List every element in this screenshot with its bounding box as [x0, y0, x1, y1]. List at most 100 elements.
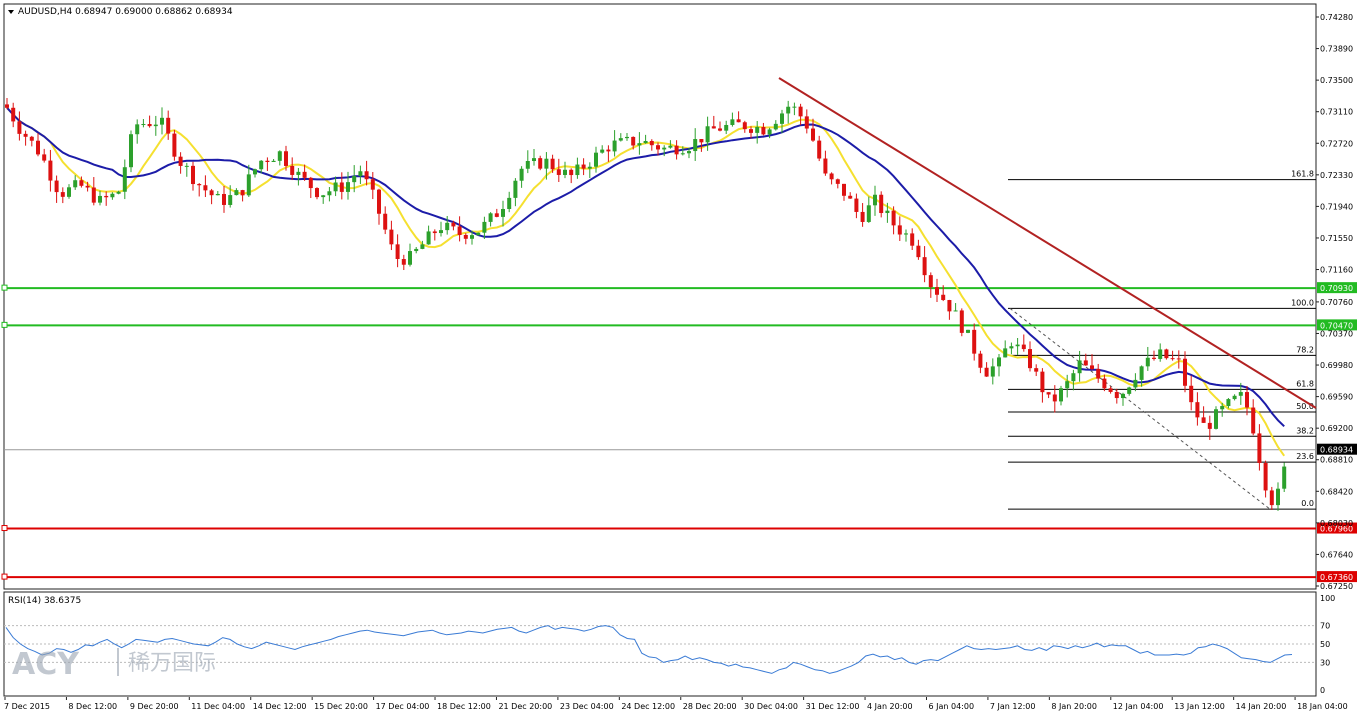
candle-body — [1065, 381, 1070, 389]
candle-body — [346, 182, 350, 192]
candle-body — [848, 195, 853, 199]
level-handle[interactable] — [1, 321, 8, 328]
candle-body — [234, 190, 239, 196]
candle-body — [383, 213, 388, 230]
logo-watermark-cn: 稀万国际 — [128, 651, 216, 676]
candle-body — [817, 140, 822, 159]
candle-body — [1164, 349, 1169, 359]
time-tick-label: 18 Dec 12:00 — [437, 702, 491, 711]
level-price-label: 0.70930 — [1320, 284, 1353, 293]
candle-body — [395, 244, 400, 260]
candle-body — [1046, 392, 1051, 395]
price-tick-label: 0.67250 — [1320, 582, 1353, 591]
candle-body — [687, 151, 691, 154]
price-tick-label: 0.72720 — [1320, 139, 1353, 148]
candle-body — [835, 179, 840, 184]
candle-body — [501, 208, 505, 217]
candle-body — [191, 165, 195, 185]
candle-body — [866, 205, 871, 222]
candle-body — [67, 187, 71, 197]
candle-body — [811, 128, 815, 141]
candle-body — [327, 191, 332, 196]
time-tick-label: 14 Dec 12:00 — [253, 702, 307, 711]
price-tick-label: 0.73500 — [1320, 76, 1353, 85]
candle-body — [1003, 348, 1008, 358]
candle-body — [544, 158, 549, 169]
candle-body — [804, 116, 809, 129]
candle-body — [147, 124, 152, 127]
fib-level-label: 50.0 — [1296, 402, 1314, 411]
candle-body — [935, 287, 939, 295]
time-tick-label: 14 Jan 20:00 — [1236, 702, 1287, 711]
candle-body — [649, 140, 654, 146]
candle-body — [1251, 407, 1256, 434]
level-price-label: 0.67360 — [1320, 573, 1353, 582]
candle-body — [860, 211, 865, 222]
candle-body — [1133, 379, 1138, 388]
candle-body — [308, 177, 313, 189]
time-tick-label: 15 Dec 20:00 — [314, 702, 368, 711]
level-handle[interactable] — [1, 525, 8, 532]
candle-body — [153, 124, 158, 127]
candle-body — [668, 145, 673, 148]
candle-body — [699, 139, 704, 143]
candle-body — [1090, 365, 1094, 369]
price-tick-label: 0.72330 — [1320, 171, 1353, 180]
candle-body — [755, 126, 760, 133]
candle-body — [265, 160, 270, 163]
candle-body — [141, 124, 146, 126]
price-tick-label: 0.70370 — [1320, 329, 1353, 338]
candle-body — [532, 158, 536, 162]
candle-body — [1238, 392, 1243, 396]
candle-body — [79, 180, 84, 186]
candle-body — [569, 169, 574, 176]
candle-body — [17, 121, 22, 134]
candle-body — [470, 235, 474, 239]
candle-body — [1139, 366, 1144, 380]
candle-body — [959, 310, 964, 333]
chart-window: 0.70930 0.70470 0.67960 0.67360 0.68934 161.… — [0, 0, 1362, 718]
price-tick-label: 0.71160 — [1320, 266, 1353, 275]
candle-body — [1232, 395, 1237, 400]
candle-body — [705, 126, 710, 143]
candle-body — [1176, 358, 1181, 360]
candle-body — [29, 136, 34, 141]
candle-body — [104, 195, 109, 198]
candle-body — [494, 213, 499, 217]
candle-body — [525, 161, 530, 169]
candle-body — [724, 124, 729, 131]
price-chart[interactable]: 0.709300.704700.679600.673600.68934 161.… — [0, 0, 1362, 718]
candle-body — [277, 151, 282, 161]
candle-body — [1009, 346, 1014, 349]
candle-body — [333, 182, 338, 192]
candle-body — [1245, 392, 1249, 408]
candle-body — [414, 248, 419, 252]
candle-body — [1077, 360, 1082, 374]
price-tick-label: 0.71940 — [1320, 202, 1353, 211]
candle-body — [178, 156, 183, 166]
candle-body — [228, 195, 233, 205]
fib-level-label: 61.8 — [1296, 379, 1314, 388]
candle-body — [873, 194, 877, 206]
candle-body — [377, 189, 381, 214]
price-tick-label: 0.74280 — [1320, 13, 1353, 22]
candle-body — [457, 226, 462, 235]
candle-body — [1096, 368, 1101, 379]
time-tick-label: 12 Jan 04:00 — [1113, 702, 1164, 711]
candle-body — [693, 139, 698, 152]
time-tick-label: 4 Jan 20:00 — [867, 702, 913, 711]
candle-body — [507, 197, 512, 209]
candle-body — [1145, 357, 1150, 367]
candle-body — [631, 136, 636, 146]
candle-body — [854, 198, 859, 212]
candle-body — [54, 180, 59, 193]
candle-body — [711, 126, 716, 129]
candle-body — [321, 195, 326, 198]
candle-body — [997, 357, 1001, 367]
candle-body — [1170, 358, 1175, 360]
candle-body — [290, 165, 295, 175]
level-handle[interactable] — [1, 573, 8, 580]
level-handle[interactable] — [1, 284, 8, 291]
price-tick-label: 0.69200 — [1320, 424, 1353, 433]
candle-body — [240, 190, 245, 196]
